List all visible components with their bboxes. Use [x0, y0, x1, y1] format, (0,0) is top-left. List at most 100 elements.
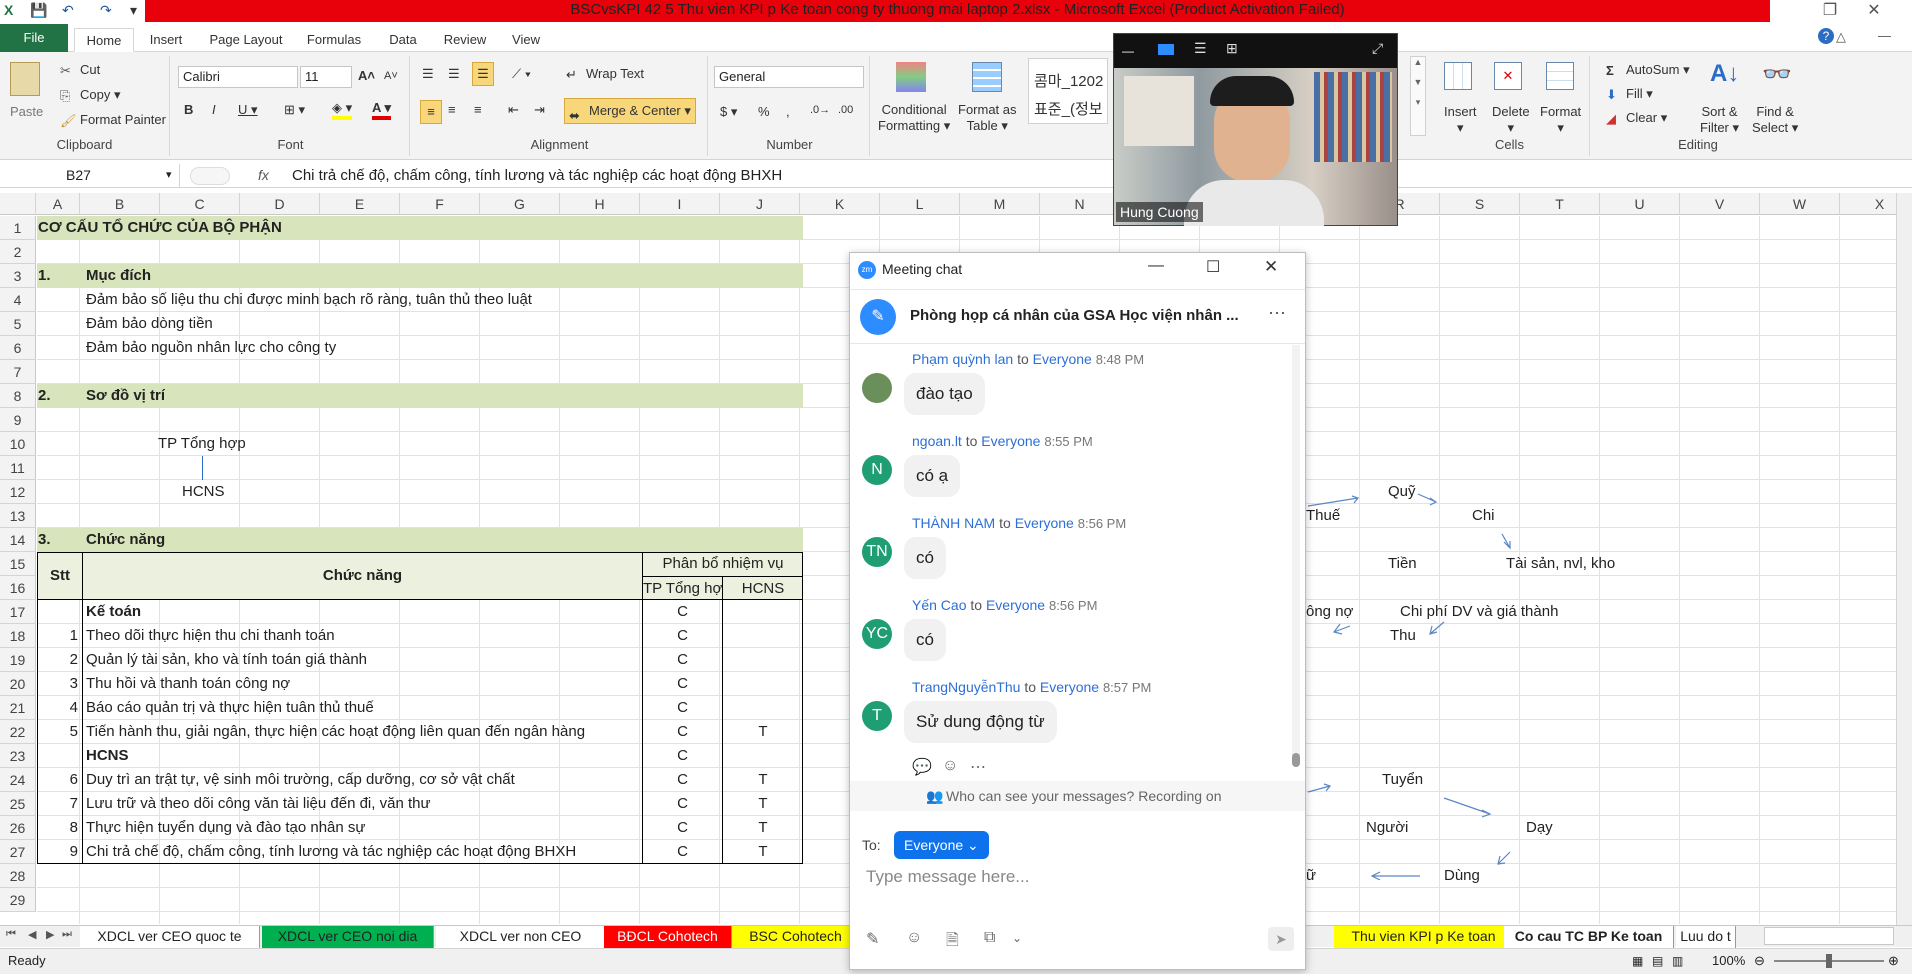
video-tile[interactable]: — ☰ ⊞ ⤢ Hung Cuong: [1113, 33, 1398, 226]
tab-insert[interactable]: Insert: [138, 28, 194, 52]
vertical-scrollbar[interactable]: [1896, 193, 1912, 925]
align-center-icon[interactable]: ≡: [448, 102, 456, 117]
row-stt[interactable]: 6: [38, 768, 78, 792]
row-stt[interactable]: 1: [38, 624, 78, 648]
column-header-k[interactable]: K: [800, 193, 880, 215]
section1-title[interactable]: Mục đích: [86, 264, 151, 288]
row-header-18[interactable]: 18: [0, 624, 36, 648]
row-tp[interactable]: C: [643, 816, 722, 840]
column-header-s[interactable]: S: [1440, 193, 1520, 215]
formula-input[interactable]: Chi trả chế độ, chấm công, tính lương và…: [292, 164, 782, 187]
currency-icon[interactable]: $ ▾: [720, 104, 737, 120]
conditional-formatting-icon[interactable]: [896, 62, 926, 92]
org-node-hcns[interactable]: HCNS: [182, 480, 225, 504]
sender-name[interactable]: Phạm quỳnh lan: [912, 351, 1013, 367]
row-header-7[interactable]: 7: [0, 360, 36, 384]
row-tp[interactable]: C: [643, 744, 722, 768]
file-icon[interactable]: 🗎: [946, 929, 959, 956]
message-bubble[interactable]: có: [904, 619, 946, 661]
speaker-view-icon[interactable]: [1158, 44, 1174, 55]
italic-icon[interactable]: I: [212, 102, 216, 117]
message-bubble[interactable]: có: [904, 537, 946, 579]
row-tp[interactable]: C: [643, 792, 722, 816]
row-tp[interactable]: C: [643, 648, 722, 672]
sender-name[interactable]: ngoan.lt: [912, 433, 962, 449]
sort-filter-button[interactable]: Sort & Filter ▾: [1700, 104, 1739, 136]
bold-icon[interactable]: B: [184, 102, 193, 117]
react-icon[interactable]: ☺: [942, 757, 958, 775]
org-node-tp[interactable]: TP Tổng hợp: [158, 432, 246, 456]
row-header-24[interactable]: 24: [0, 768, 36, 792]
format-painter-button[interactable]: 🖌 Format Painter: [60, 112, 166, 129]
message-bubble[interactable]: đào tạo: [904, 373, 985, 415]
font-color-icon[interactable]: A ▾: [372, 100, 392, 120]
privacy-text[interactable]: Who can see your messages? Recording on: [946, 788, 1221, 804]
row-header-22[interactable]: 22: [0, 720, 36, 744]
sheet-tab[interactable]: XDCL ver CEO noi dia: [262, 926, 434, 948]
row-tp[interactable]: C: [643, 840, 722, 864]
undo-icon[interactable]: ↶: [62, 2, 74, 19]
row-stt[interactable]: 7: [38, 792, 78, 816]
row-stt[interactable]: 4: [38, 696, 78, 720]
row-header-5[interactable]: 5: [0, 312, 36, 336]
row-stt[interactable]: 3: [38, 672, 78, 696]
sender-name[interactable]: THÀNH NAM: [912, 515, 995, 531]
sheet-tab[interactable]: Thu vien KPI p Ke toan: [1334, 926, 1514, 948]
merge-center-button[interactable]: ⬌ Merge & Center ▾: [564, 98, 696, 124]
tab-page-layout[interactable]: Page Layout: [200, 28, 292, 52]
message-target[interactable]: Everyone: [986, 597, 1045, 613]
row-stt[interactable]: 9: [38, 840, 78, 864]
section2-number[interactable]: 2.: [38, 384, 51, 408]
restore-icon[interactable]: ❐: [1812, 0, 1848, 22]
chat-scroll-thumb[interactable]: [1292, 753, 1300, 767]
row-header-3[interactable]: 3: [0, 264, 36, 288]
fill-button[interactable]: ⬇ Fill ▾: [1606, 86, 1653, 103]
align-bottom-icon[interactable]: ☰: [472, 62, 494, 86]
chat-minimize-icon[interactable]: —: [1148, 257, 1164, 275]
save-icon[interactable]: 💾: [30, 2, 47, 19]
column-header-n[interactable]: N: [1040, 193, 1120, 215]
row-header-23[interactable]: 23: [0, 744, 36, 768]
delete-button[interactable]: Delete ▾: [1492, 104, 1530, 136]
autosum-button[interactable]: Σ AutoSum ▾: [1606, 62, 1690, 79]
row-hcns[interactable]: T: [723, 720, 803, 744]
shrink-font-icon[interactable]: A˅: [384, 70, 398, 82]
avatar[interactable]: YC: [862, 619, 892, 649]
insert-cells-icon[interactable]: [1444, 62, 1472, 90]
row-function[interactable]: Thực hiện tuyển dụng và đào tạo nhân sự: [86, 816, 642, 840]
message-target[interactable]: Everyone: [1015, 515, 1074, 531]
formula-expand-handle[interactable]: [190, 167, 230, 185]
sheet-tab[interactable]: XDCL ver non CEO: [436, 926, 606, 948]
sheet-tab[interactable]: XDCL ver CEO quoc te: [80, 926, 260, 948]
format-as-table-button[interactable]: Format as Table ▾: [958, 102, 1017, 134]
row-hcns[interactable]: T: [723, 840, 803, 864]
chat-close-icon[interactable]: ✕: [1264, 257, 1278, 277]
font-size-dropdown[interactable]: 11: [300, 66, 352, 88]
row-header-17[interactable]: 17: [0, 600, 36, 624]
row-function[interactable]: HCNS: [86, 744, 642, 768]
section1-number[interactable]: 1.: [38, 264, 51, 288]
sort-filter-icon[interactable]: A↓: [1710, 60, 1739, 88]
namebox-dropdown-icon[interactable]: ▾: [166, 168, 172, 181]
row-tp[interactable]: C: [643, 696, 722, 720]
row-header-20[interactable]: 20: [0, 672, 36, 696]
column-header-c[interactable]: C: [160, 193, 240, 215]
header-stt[interactable]: Stt: [38, 564, 82, 588]
avatar[interactable]: N: [862, 455, 892, 485]
column-header-b[interactable]: B: [80, 193, 160, 215]
conditional-formatting-button[interactable]: Conditional Formatting ▾: [878, 102, 950, 134]
row-function[interactable]: Báo cáo quản trị và thực hiện tuân thủ t…: [86, 696, 642, 720]
column-header-l[interactable]: L: [880, 193, 960, 215]
tab-formulas[interactable]: Formulas: [298, 28, 370, 52]
comma-icon[interactable]: ,: [786, 104, 790, 119]
row-tp[interactable]: C: [643, 672, 722, 696]
borders-icon[interactable]: ⊞ ▾: [284, 102, 305, 118]
last-sheet-icon[interactable]: ⏭: [62, 928, 72, 941]
header-allocation[interactable]: Phân bổ nhiệm vụ: [643, 552, 803, 576]
paste-button[interactable]: Paste: [10, 104, 43, 119]
row-hcns[interactable]: T: [723, 816, 803, 840]
minimize-video-icon[interactable]: —: [1122, 44, 1134, 58]
tab-view[interactable]: View: [500, 28, 552, 52]
screenshot-dropdown-icon[interactable]: ⌄: [1012, 931, 1022, 945]
chat-maximize-icon[interactable]: ☐: [1206, 257, 1220, 277]
